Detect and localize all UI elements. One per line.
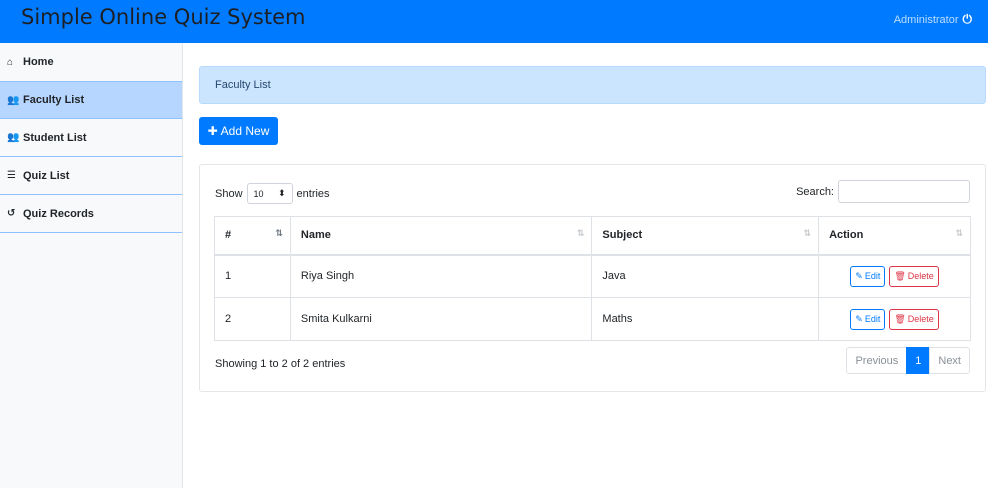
table-row: 2 Smita Kulkarni Maths ✎ Edit 🗑 Delete bbox=[214, 297, 971, 341]
user-name: Administrator bbox=[893, 13, 959, 26]
users-icon: 👥 bbox=[7, 94, 20, 106]
trash-icon: 🗑 bbox=[894, 270, 906, 281]
row-name: Smita Kulkarni bbox=[289, 297, 593, 341]
sidebar-item-faculty-list[interactable]: 👥 Faculty List bbox=[0, 81, 182, 119]
show-label: Show bbox=[215, 187, 243, 200]
sidebar-item-quiz-list[interactable]: ☰ Quiz List bbox=[0, 157, 182, 195]
select-arrows-icon: ⬍ bbox=[277, 188, 286, 198]
entries-label: entries bbox=[296, 187, 330, 200]
column-header-subject[interactable]: Subject ⇅ bbox=[591, 216, 820, 256]
user-menu[interactable]: Administrator ⏻ bbox=[894, 12, 972, 27]
faculty-table: # ⇅ Name ⇅ Subject ⇅ Action ⇅ 1 Riya Sin… bbox=[214, 216, 971, 341]
sidebar-item-label: Student List bbox=[23, 131, 87, 144]
sidebar-item-quiz-records[interactable]: ↺ Quiz Records bbox=[0, 195, 182, 233]
row-number: 2 bbox=[214, 297, 291, 341]
home-icon: ⌂ bbox=[7, 56, 14, 68]
sidebar-item-label: Quiz Records bbox=[23, 207, 94, 220]
sort-icon: ⇅ bbox=[803, 228, 811, 238]
sidebar-item-label: Quiz List bbox=[23, 169, 70, 182]
plus-icon: ✚ bbox=[207, 124, 218, 138]
edit-label: Edit bbox=[864, 314, 881, 324]
table-info: Showing 1 to 2 of 2 entries bbox=[215, 358, 346, 370]
list-icon: ☰ bbox=[7, 170, 16, 181]
delete-label: Delete bbox=[907, 271, 934, 282]
add-new-button[interactable]: ✚ Add New bbox=[199, 117, 278, 145]
row-actions: ✎ Edit 🗑 Delete bbox=[818, 254, 971, 298]
search-control: Search: bbox=[796, 180, 970, 203]
row-subject: Maths bbox=[591, 297, 820, 341]
history-icon: ↺ bbox=[7, 208, 16, 219]
delete-button[interactable]: 🗑 Delete bbox=[889, 308, 939, 330]
column-label: # bbox=[225, 229, 232, 242]
column-label: Subject bbox=[602, 229, 643, 242]
entries-length-value: 10 bbox=[253, 188, 264, 199]
table-row: 1 Riya Singh Java ✎ Edit 🗑 Delete bbox=[214, 254, 971, 298]
column-header-number[interactable]: # ⇅ bbox=[214, 216, 291, 256]
previous-page-button[interactable]: Previous bbox=[846, 347, 908, 374]
power-icon[interactable]: ⏻ bbox=[963, 12, 973, 27]
search-input[interactable] bbox=[838, 180, 970, 203]
table-header-row: # ⇅ Name ⇅ Subject ⇅ Action ⇅ bbox=[214, 216, 971, 256]
row-number: 1 bbox=[214, 254, 291, 298]
faculty-table-card: Show 10 ⬍ entries Search: # ⇅ Name ⇅ Sub… bbox=[199, 164, 986, 392]
column-header-name[interactable]: Name ⇅ bbox=[289, 216, 593, 256]
sidebar: ⌂ Home 👥 Faculty List 👥 Student List ☰ Q… bbox=[0, 43, 183, 488]
breadcrumb: Faculty List bbox=[199, 66, 986, 104]
sidebar-item-student-list[interactable]: 👥 Student List bbox=[0, 119, 182, 157]
app-title: Simple Online Quiz System bbox=[21, 5, 306, 29]
next-page-button[interactable]: Next bbox=[929, 347, 970, 374]
edit-icon: ✎ bbox=[855, 270, 863, 281]
top-navbar: Simple Online Quiz System Administrator … bbox=[0, 0, 988, 43]
edit-button[interactable]: ✎ Edit bbox=[850, 308, 886, 330]
trash-icon: 🗑 bbox=[894, 313, 906, 324]
edit-label: Edit bbox=[864, 271, 881, 282]
column-header-action[interactable]: Action ⇅ bbox=[818, 216, 971, 256]
entries-length-control: Show 10 ⬍ entries bbox=[215, 183, 330, 204]
row-subject: Java bbox=[591, 254, 820, 298]
edit-button[interactable]: ✎ Edit bbox=[850, 265, 886, 287]
sidebar-item-label: Faculty List bbox=[23, 94, 85, 106]
page-1-button[interactable]: 1 bbox=[906, 347, 931, 374]
sidebar-item-home[interactable]: ⌂ Home bbox=[0, 43, 182, 81]
delete-button[interactable]: 🗑 Delete bbox=[889, 265, 939, 287]
entries-length-select[interactable]: 10 ⬍ bbox=[246, 183, 293, 204]
sort-icon: ⇅ bbox=[275, 228, 282, 238]
row-name: Riya Singh bbox=[289, 254, 593, 298]
column-label: Action bbox=[829, 229, 864, 242]
sort-icon: ⇅ bbox=[955, 228, 962, 238]
edit-icon: ✎ bbox=[855, 313, 863, 324]
pagination: Previous 1 Next bbox=[846, 347, 970, 374]
column-label: Name bbox=[300, 229, 331, 242]
users-icon: 👥 bbox=[7, 132, 20, 143]
row-actions: ✎ Edit 🗑 Delete bbox=[818, 297, 971, 341]
add-new-label: Add New bbox=[220, 124, 270, 138]
sidebar-item-label: Home bbox=[23, 56, 54, 68]
sort-icon: ⇅ bbox=[576, 228, 584, 238]
search-label: Search: bbox=[796, 185, 834, 198]
delete-label: Delete bbox=[907, 314, 934, 324]
